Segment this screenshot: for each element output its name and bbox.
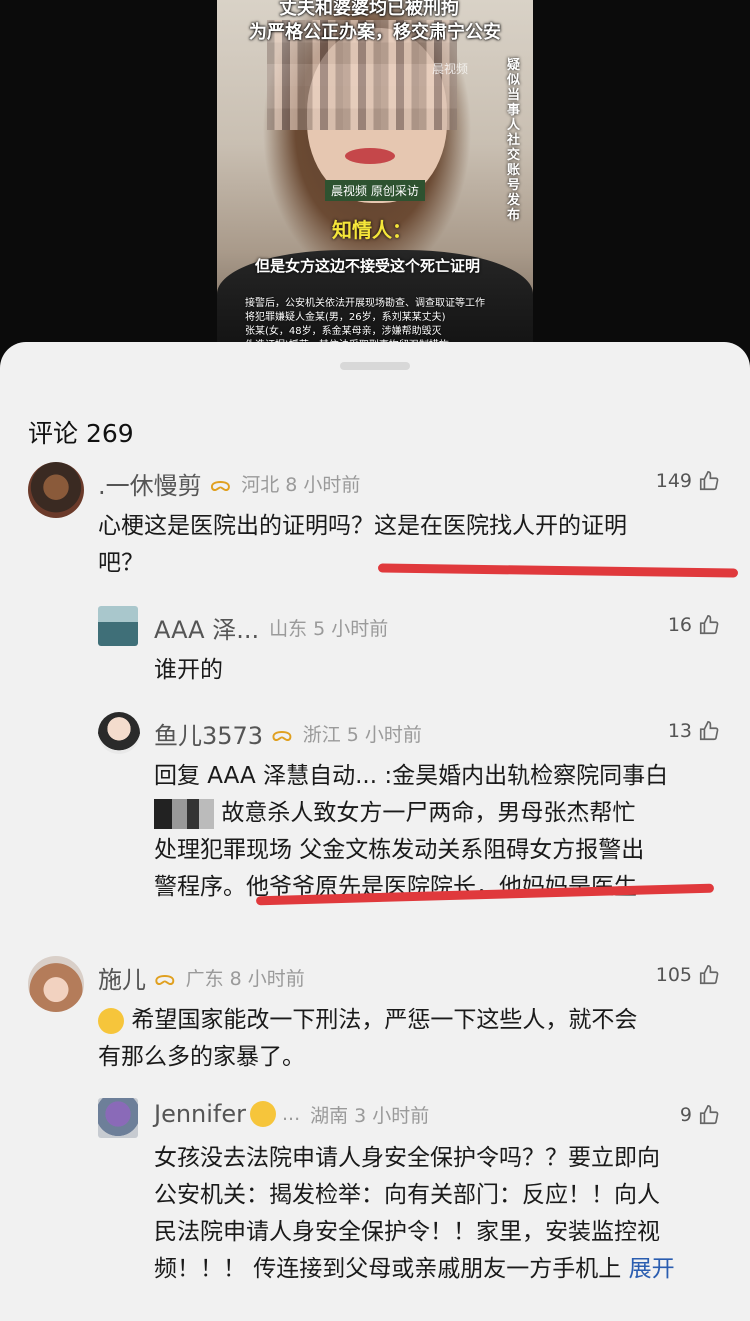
sheet-drag-handle[interactable] (340, 362, 410, 370)
video-badge: 晨视频 原创采访 (325, 180, 425, 201)
comment-text-line: 女孩没去法院申请人身安全保护令吗？？要立即向 (154, 1145, 660, 1171)
video-caption-line1: 丈夫和婆婆均已被刑拘 (279, 0, 459, 19)
expand-link[interactable]: 展开 (629, 1256, 675, 1282)
avatar[interactable] (98, 712, 140, 754)
avatar[interactable] (28, 956, 84, 1012)
comment-author[interactable]: Jennifer (154, 1100, 246, 1128)
comment-item[interactable]: 施儿 ᯅ 广东 8 小时前 105 希望国家能改一下刑法，严惩一下这些人，就不会… (0, 954, 750, 1074)
comment-author[interactable]: 施儿 (98, 960, 146, 995)
video-vertical-caption: 疑似当事人社交账号发布 (507, 58, 521, 223)
comment-text-line: 谁开的 (154, 657, 223, 683)
video-notice-line2: 将犯罪嫌疑人金某(男，26岁，系刘某某丈夫) (245, 312, 446, 323)
thumbs-up-icon (699, 965, 719, 985)
redacted-mosaic (154, 798, 214, 829)
comment-text-line: 回复 AAA 泽慧自动... :金昊婚内出轨检察院同事白 (154, 763, 669, 789)
vip-badge-icon: ᯅ (154, 966, 176, 990)
comment-text-line: 有那么多的家暴了。 (98, 1044, 305, 1070)
like-count: 16 (667, 614, 692, 636)
comment-author[interactable]: 鱼儿3573 (154, 716, 263, 751)
comment-text-line: 希望国家能改一下刑法，严惩一下这些人，就不会 (131, 1007, 638, 1033)
crying-emoji-icon (98, 1007, 124, 1034)
vip-badge-icon: ᯅ (209, 472, 232, 496)
comment-text-line: 处理犯罪现场 父金文栋发动关系阻碍女方报警出 (154, 837, 645, 863)
comment-meta: 浙江 5 小时前 (302, 724, 422, 746)
avatar[interactable] (98, 606, 138, 646)
thumbs-up-icon (699, 721, 719, 741)
comment-text-line: 心梗这是医院出的证明吗？这是在医院找人开的证明 (98, 513, 627, 539)
comment-meta: 广东 8 小时前 (185, 968, 305, 990)
smile-emoji-icon (250, 1101, 277, 1127)
like-button[interactable]: 105 (656, 964, 720, 986)
like-count: 105 (655, 964, 692, 986)
video-quote: 但是女方这边不接受这个死亡证明 (255, 257, 481, 275)
vip-badge-icon: ᯅ (271, 722, 293, 746)
like-button[interactable]: 16 (668, 614, 720, 636)
video-notice-line1: 接警后，公安机关依法开展现场勘查、调查取证等工作 (245, 298, 485, 309)
video-caption-line2: 为严格公正办案，移交肃宁公安 (249, 22, 501, 43)
video-frame[interactable]: 丈夫和婆婆均已被刑拘 为严格公正办案，移交肃宁公安 晨视频 疑似当事人社交账号发… (217, 0, 533, 360)
like-count: 9 (679, 1104, 692, 1126)
thumbs-up-icon (699, 1105, 719, 1125)
like-button[interactable]: 149 (656, 470, 720, 492)
reply-item[interactable]: Jennifer ... 湖南 3 小时前 9 女孩没去法院申请人身安全保护令吗… (0, 1094, 750, 1294)
name-ellipsis: ... (282, 1103, 301, 1125)
reply-item[interactable]: 鱼儿3573 ᯅ 浙江 5 小时前 13 回复 AAA 泽慧自动... :金昊婚… (0, 710, 750, 910)
avatar[interactable] (28, 462, 84, 518)
video-notice-line3: 张某(女，48岁，系金某母亲，涉嫌帮助毁灭 (245, 326, 442, 337)
video-player[interactable]: 丈夫和婆婆均已被刑拘 为严格公正办案，移交肃宁公安 晨视频 疑似当事人社交账号发… (0, 0, 750, 360)
comment-meta: 河北 8 小时前 (241, 474, 361, 496)
video-speaker-label: 知情人： (332, 218, 412, 242)
like-button[interactable]: 9 (680, 1104, 720, 1126)
comment-text-line: 频！！！ 传连接到父母或亲戚朋友一方手机上 (154, 1256, 622, 1282)
comment-text-line: 公安机关：揭发检举：向有关部门：反应！！向人 (154, 1182, 660, 1208)
thumbs-up-icon (699, 615, 719, 635)
comment-author[interactable]: AAA 泽... (154, 610, 259, 645)
like-button[interactable]: 13 (668, 720, 720, 742)
video-watermark: 晨视频 (432, 62, 469, 76)
comment-text-line: 民法院申请人身安全保护令！！家里，安装监控视 (154, 1219, 660, 1245)
video-lips-shape (345, 148, 395, 164)
comments-title: 评论 269 (28, 419, 134, 448)
comment-meta: 山东 5 小时前 (269, 618, 389, 640)
reply-item[interactable]: AAA 泽... 山东 5 小时前 16 谁开的 (0, 604, 750, 694)
comments-sheet: 评论 269 .一休慢剪 ᯅ 河北 8 小时前 149 心梗这是医院出的证明吗？… (0, 342, 750, 1321)
avatar[interactable] (98, 1098, 138, 1138)
comment-author[interactable]: .一休慢剪 (98, 466, 202, 501)
comment-meta: 湖南 3 小时前 (310, 1104, 430, 1127)
like-count: 13 (667, 720, 692, 742)
thumbs-up-icon (699, 471, 719, 491)
comment-text-line: 故意杀人致女方一尸两命，男母张杰帮忙 (221, 800, 636, 826)
like-count: 149 (655, 470, 692, 492)
